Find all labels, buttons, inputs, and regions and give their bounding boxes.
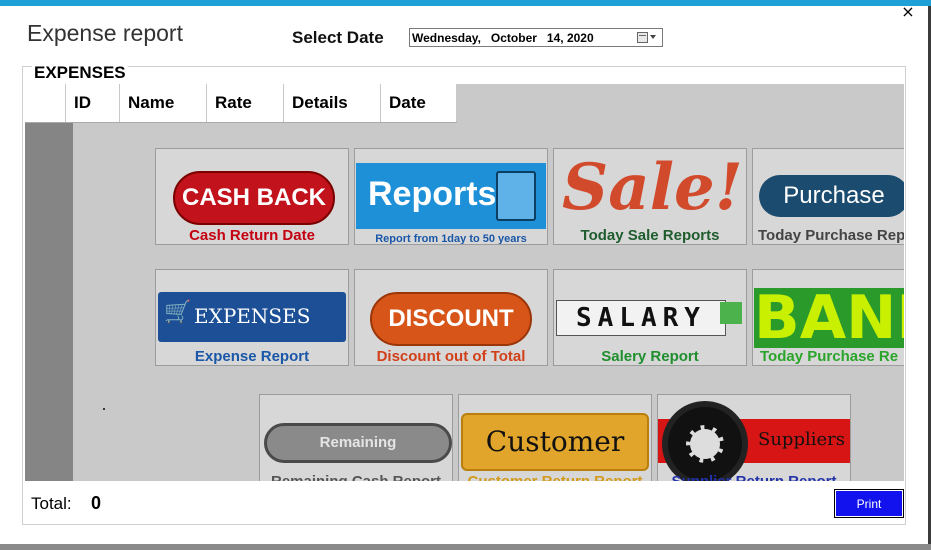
remaining-image-text: Remaining: [264, 423, 452, 463]
reports-image-text: Reports: [368, 175, 497, 213]
shopping-cart-icon: 🛒: [164, 300, 192, 325]
tile-suppliers[interactable]: Suppliers Supplier Return Report: [657, 394, 851, 481]
column-header-id[interactable]: ID: [66, 84, 120, 122]
gear-icon: [662, 401, 748, 481]
expenses-image-text: EXPENSES: [194, 304, 311, 328]
close-icon[interactable]: ×: [898, 2, 918, 22]
tile-salary[interactable]: SALARY Salery Report: [553, 269, 747, 366]
row-marker: [103, 408, 105, 410]
tile-caption: Salery Report: [601, 348, 699, 365]
window-title: Expense report: [27, 20, 183, 46]
tile-caption: Remaining Cash Report: [260, 473, 452, 481]
tile-reports[interactable]: Reports Report from 1day to 50 years: [354, 148, 548, 245]
tile-caption: Report from 1day to 50 years: [375, 233, 527, 245]
tile-cash-back[interactable]: CASH BACK Cash Return Date: [155, 148, 349, 245]
purchase-image-text: Purchase: [759, 175, 904, 217]
calendar-icon[interactable]: [637, 32, 648, 43]
tile-remaining[interactable]: Remaining Remaining Cash Report: [259, 394, 453, 481]
tile-customer[interactable]: Customer Customer Return Report: [458, 394, 652, 481]
sale-image-text: Sale!: [562, 150, 743, 225]
dropdown-arrow-icon[interactable]: [650, 35, 656, 39]
print-button[interactable]: Print: [834, 489, 904, 518]
salary-image-text: SALARY: [556, 300, 726, 336]
date-picker[interactable]: Wednesday, October 14, 2020: [409, 28, 663, 47]
bank-image-text: BANK: [754, 288, 904, 348]
tile-sale[interactable]: Sale! Today Sale Reports: [553, 148, 747, 245]
tile-bank[interactable]: BANK Today Purchase Re: [752, 269, 904, 366]
tile-caption: Today Sale Reports: [580, 227, 720, 244]
column-header-name[interactable]: Name: [120, 84, 207, 122]
tile-caption: Cash Return Date: [189, 227, 315, 244]
discount-image-text: DISCOUNT: [370, 292, 532, 346]
cash-back-image: CASH BACK: [173, 171, 335, 225]
tile-caption: Supplier Return Report: [658, 473, 850, 481]
document-chart-icon: [496, 171, 536, 221]
column-header-rate[interactable]: Rate: [207, 84, 284, 122]
expenses-banner: 🛒 EXPENSES: [158, 292, 346, 342]
suppliers-image-text: Suppliers: [758, 429, 845, 450]
tile-purchase[interactable]: Purchase Today Purchase Rep: [752, 148, 904, 245]
row-selector-header[interactable]: [25, 84, 66, 122]
table-header: ID Name Rate Details Date: [25, 84, 457, 123]
tile-caption: Today Purchase Rep: [758, 227, 904, 244]
expenses-table[interactable]: ID Name Rate Details Date CASH BACK Cash…: [25, 84, 904, 481]
tile-caption: Discount out of Total: [376, 348, 526, 365]
reports-banner: Reports: [356, 163, 546, 229]
up-arrow-icon: [720, 302, 742, 324]
gear-center: [686, 425, 724, 463]
customer-image-text: Customer: [461, 413, 649, 471]
tile-caption: Expense Report: [194, 348, 310, 365]
total-value: 0: [91, 493, 102, 513]
column-header-details[interactable]: Details: [284, 84, 381, 122]
column-header-date[interactable]: Date: [381, 84, 457, 122]
select-date-label: Select Date: [292, 28, 384, 47]
tile-caption: Today Purchase Re: [760, 348, 899, 365]
tile-discount[interactable]: DISCOUNT Discount out of Total: [354, 269, 548, 366]
expenses-group-label: EXPENSES: [32, 63, 128, 83]
tile-caption: Customer Return Report: [459, 473, 651, 481]
total-label: Total:: [31, 494, 72, 513]
date-picker-value: Wednesday, October 14, 2020: [412, 31, 594, 45]
row-header-column[interactable]: [25, 122, 73, 481]
tile-expenses[interactable]: 🛒 EXPENSES Expense Report: [155, 269, 349, 366]
